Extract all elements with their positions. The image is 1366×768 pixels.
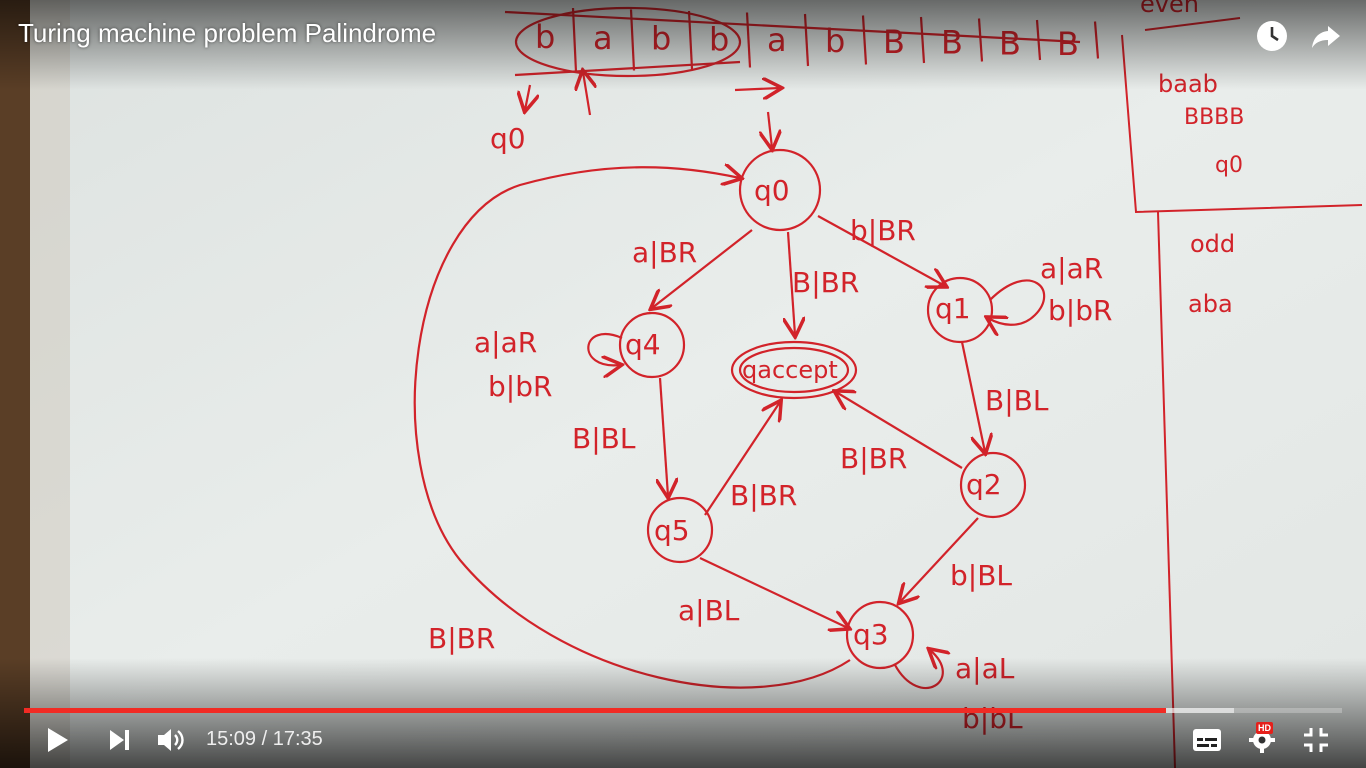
- side-note-odd-cells: aba: [1188, 290, 1233, 318]
- q3-loop-a-label: a|aL: [955, 652, 1015, 685]
- tape-cell-1: a: [593, 19, 613, 57]
- tape-head-label: q0: [490, 122, 526, 155]
- side-note-odd: odd: [1190, 230, 1235, 258]
- state-q0-label: q0: [754, 174, 790, 207]
- settings-button[interactable]: HD: [1240, 720, 1284, 760]
- side-note-state: q0: [1215, 153, 1243, 178]
- state-q5-label: q5: [654, 514, 690, 547]
- transition-q2-accept-label: B|BR: [840, 442, 907, 475]
- transition-q0-accept-label: B|BR: [792, 266, 859, 299]
- watch-later-button[interactable]: [1252, 16, 1292, 56]
- share-button[interactable]: [1306, 16, 1346, 56]
- video-title[interactable]: Turing machine problem Palindrome: [18, 18, 436, 49]
- state-qaccept-label: qaccept: [742, 356, 838, 384]
- tape-cell-2: b: [651, 20, 671, 58]
- transition-q5-q3-label: a|BL: [678, 594, 740, 627]
- tape-cell-7: B: [941, 24, 963, 62]
- volume-icon: [158, 729, 184, 751]
- q1-loop-a-label: a|aR: [1040, 252, 1103, 285]
- transition-q4-q5-label: B|BL: [572, 422, 636, 455]
- state-q3-label: q3: [853, 618, 889, 651]
- clock-icon: [1257, 21, 1287, 51]
- time-separator: /: [256, 728, 273, 750]
- current-time: 15:09: [206, 728, 257, 750]
- tape-cell-9: B: [1057, 25, 1079, 63]
- whiteboard-video-frame: babbabBBBB q0 q1 q2 q3 q4 q5 qaccept q0 …: [0, 0, 1366, 768]
- q4-loop-b-label: b|bR: [488, 370, 552, 403]
- next-icon: [110, 730, 129, 750]
- tape-cell-8: B: [999, 24, 1021, 62]
- side-note-even: even: [1140, 0, 1199, 18]
- transition-q0-q1-label: b|BR: [850, 214, 916, 247]
- state-q1-label: q1: [935, 292, 971, 325]
- share-arrow-icon: [1312, 26, 1340, 48]
- play-icon: [48, 728, 68, 752]
- video-player[interactable]: babbabBBBB q0 q1 q2 q3 q4 q5 qaccept q0 …: [0, 0, 1366, 768]
- side-note-cells: baab: [1158, 70, 1218, 98]
- tape-cell-3: b: [709, 20, 729, 58]
- exit-fullscreen-button[interactable]: [1294, 720, 1338, 760]
- duration: 17:35: [272, 728, 323, 750]
- tape-cell-6: B: [883, 23, 905, 61]
- time-display: 15:09 / 17:35: [206, 728, 323, 751]
- progress-bar[interactable]: [24, 708, 1342, 713]
- q4-loop-a-label: a|aR: [474, 326, 537, 359]
- state-q4-label: q4: [625, 328, 661, 361]
- play-button[interactable]: [36, 720, 80, 760]
- transition-q3-q0-label: B|BR: [428, 622, 495, 655]
- transition-q5-accept-label: B|BR: [730, 479, 797, 512]
- transition-q2-q3-label: b|BL: [950, 559, 1012, 592]
- volume-button[interactable]: [150, 720, 194, 760]
- tape-cell-0: b: [535, 18, 555, 56]
- exit-fullscreen-icon: [1304, 728, 1328, 752]
- subtitles-icon: [1193, 729, 1221, 751]
- side-note-tape: BBBB: [1184, 105, 1244, 130]
- next-button[interactable]: [98, 720, 142, 760]
- state-q2-label: q2: [966, 468, 1002, 501]
- hd-badge: HD: [1256, 722, 1273, 734]
- subtitles-button[interactable]: [1185, 720, 1229, 760]
- tape-cell-5: b: [825, 22, 845, 60]
- played-bar: [24, 708, 1166, 713]
- tape-cell-4: a: [767, 21, 787, 59]
- transition-q1-q2-label: B|BL: [985, 384, 1049, 417]
- q1-loop-b-label: b|bR: [1048, 294, 1112, 327]
- q3-loop-b-label: b|bL: [962, 702, 1023, 735]
- transition-q0-q4-label: a|BR: [632, 236, 697, 269]
